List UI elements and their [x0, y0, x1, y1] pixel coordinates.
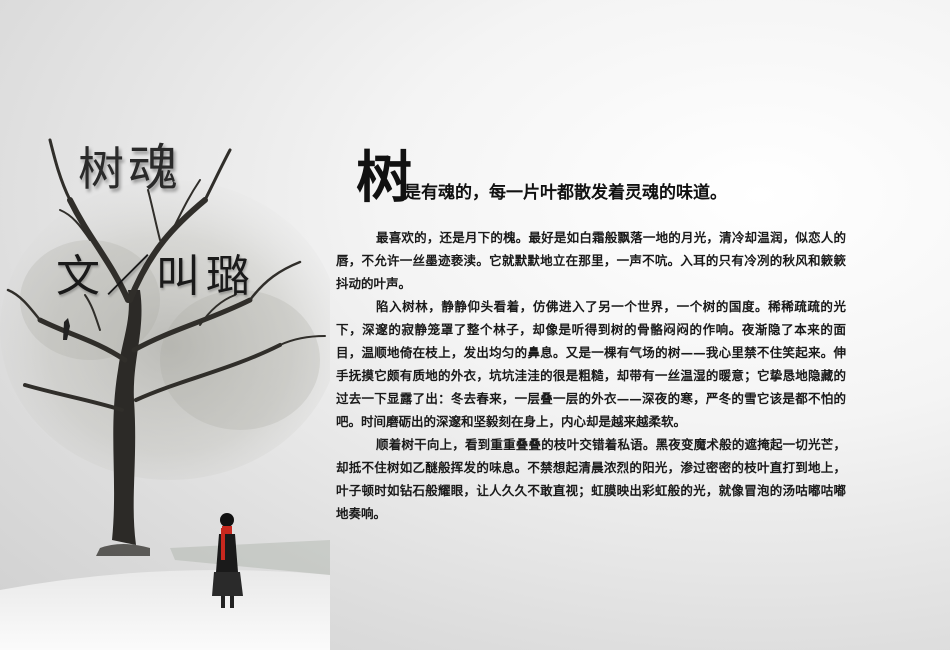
paragraph-2: 陷入树林，静静仰头看着，仿佛进入了另一个世界，一个树的国度。稀稀疏疏的光下，深邃…: [336, 299, 846, 429]
title-char-1: 树: [78, 142, 128, 196]
tree-illustration: [0, 138, 330, 650]
page-title: 树魂: [78, 128, 182, 200]
lead-sentence: 树 是有魂的，每一片叶都散发着灵魂的味道。: [336, 146, 846, 212]
paragraph-3: 顺着树干向上，看到重重叠叠的枝叶交错着私语。黑夜变魔术般的遮掩起一切光芒，却抵不…: [336, 437, 846, 521]
lead-text: 是有魂的，每一片叶都散发着灵魂的味道。: [404, 183, 727, 203]
article-body: 最喜欢的，还是月下的槐。最好是如白霜般飘落一地的月光，清冷却温润，似恋人的唇，不…: [336, 226, 846, 525]
article: 树 是有魂的，每一片叶都散发着灵魂的味道。 最喜欢的，还是月下的槐。最好是如白霜…: [336, 146, 846, 525]
author-byline: 文／叫璐: [56, 251, 256, 302]
title-char-2: 魂: [128, 139, 182, 197]
paragraph-1: 最喜欢的，还是月下的槐。最好是如白霜般飘落一地的月光，清冷却温润，似恋人的唇，不…: [336, 230, 846, 291]
